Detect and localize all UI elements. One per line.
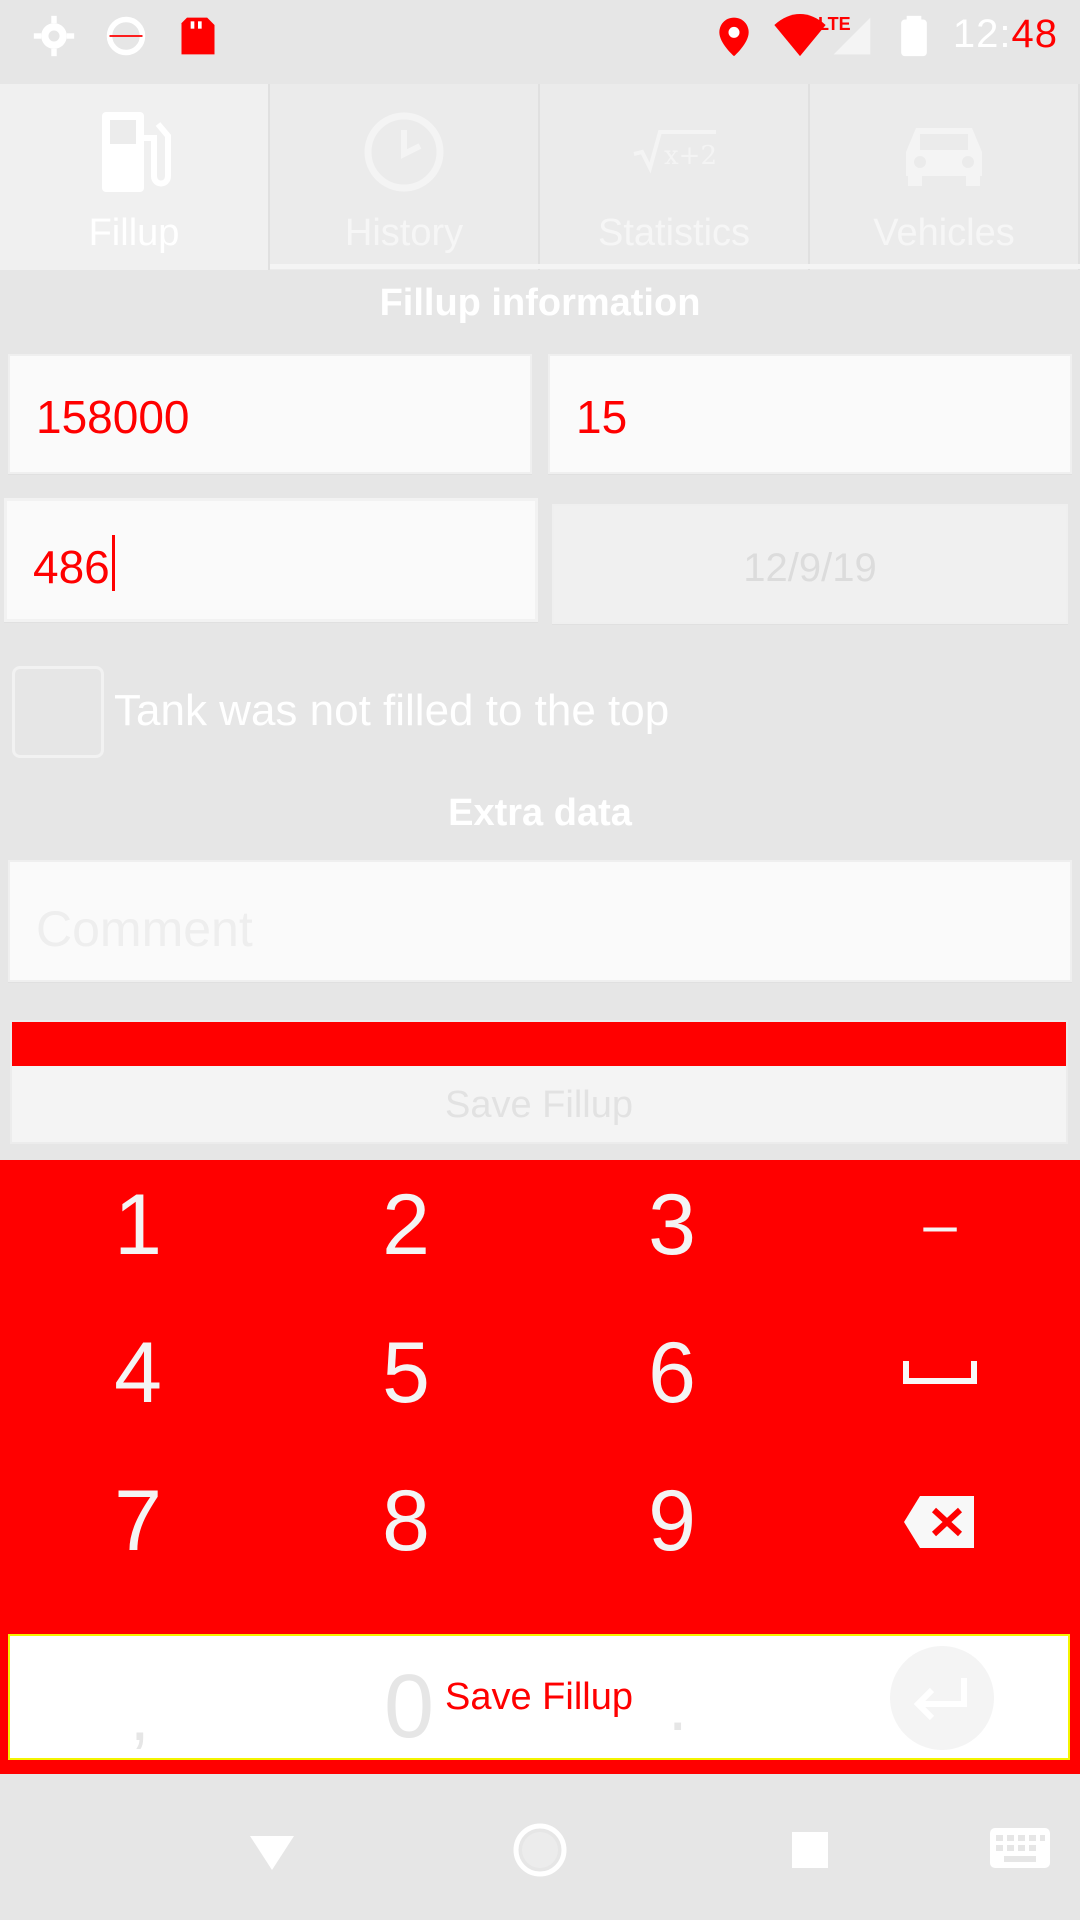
svg-text:x+2: x+2 [664, 141, 717, 171]
status-bar: LTE 12:48 [0, 0, 1080, 72]
key-8[interactable]: 8 [306, 1456, 506, 1586]
car-icon [906, 128, 982, 186]
cell-signal-icon [833, 17, 871, 55]
section-title-fillup-info: Fillup information [379, 282, 701, 324]
tab-label: Statistics [597, 212, 751, 254]
clock-icon [364, 112, 444, 192]
back-icon[interactable] [242, 1820, 302, 1880]
save-fillup-button-bottom[interactable]: , 0 . Save Fillup [8, 1634, 1070, 1760]
tab-label: History [344, 212, 464, 254]
key-space[interactable] [840, 1308, 1040, 1438]
not-filled-checkbox[interactable] [12, 666, 104, 758]
volume-field[interactable]: 15 [548, 354, 1072, 474]
location-icon [719, 17, 749, 57]
tab-bar: Fillup History x+2 Statistics Vehicles [0, 84, 1080, 270]
key-2[interactable]: 2 [306, 1160, 506, 1290]
section-title-extra-data: Extra data [448, 792, 632, 834]
price-field[interactable]: 486 [4, 498, 538, 622]
tab-history[interactable]: History [270, 84, 540, 270]
gear-icon [33, 15, 75, 57]
tab-label: Fillup [88, 212, 180, 254]
key-6[interactable]: 6 [572, 1308, 772, 1438]
screen: LTE 12:48 Fillup History x+2 Statistics … [0, 0, 1080, 1920]
odometer-value: 158000 [36, 391, 190, 443]
key-7[interactable]: 7 [38, 1456, 238, 1586]
tab-vehicles[interactable]: Vehicles [810, 84, 1080, 270]
key-1[interactable]: 1 [38, 1160, 238, 1290]
sync-icon [106, 16, 146, 56]
enter-key-icon[interactable] [888, 1644, 996, 1752]
date-field[interactable]: 12/9/19 [552, 504, 1068, 624]
tab-label: Vehicles [873, 212, 1015, 254]
key-minus[interactable]: – [840, 1160, 1040, 1290]
date-value: 12/9/19 [743, 546, 877, 590]
tab-divider [270, 264, 1080, 269]
price-value: 486 [33, 535, 115, 594]
battery-icon [901, 15, 927, 57]
save-fillup-button[interactable]: Save Fillup [10, 1020, 1068, 1144]
keyboard-icon[interactable] [988, 1820, 1052, 1880]
text-cursor [111, 535, 115, 591]
not-filled-label[interactable]: Tank was not filled to the top [114, 686, 669, 736]
key-backspace[interactable] [840, 1456, 1040, 1586]
key-9[interactable]: 9 [572, 1456, 772, 1586]
backspace-icon [904, 1496, 974, 1548]
button-highlight [12, 1022, 1066, 1066]
comment-input[interactable]: Comment [8, 860, 1072, 982]
clock: 12:48 [953, 12, 1058, 57]
tab-fillup[interactable]: Fillup [0, 84, 270, 270]
comment-placeholder: Comment [36, 901, 253, 957]
key-4[interactable]: 4 [38, 1308, 238, 1438]
key-5[interactable]: 5 [306, 1308, 506, 1438]
clock-hours: 12: [952, 12, 1012, 56]
tab-statistics[interactable]: x+2 Statistics [540, 84, 810, 270]
sqrt-formula-icon: x+2 [633, 130, 717, 174]
fuel-pump-icon [102, 112, 171, 192]
odometer-field[interactable]: 158000 [8, 354, 532, 474]
volume-value: 15 [576, 391, 628, 443]
sd-card-icon [181, 17, 215, 55]
recents-icon[interactable] [780, 1820, 840, 1880]
save-fillup-label: Save Fillup [445, 1084, 633, 1126]
home-icon[interactable] [510, 1820, 570, 1880]
key-3[interactable]: 3 [572, 1160, 772, 1290]
navigation-bar [0, 1776, 1080, 1920]
space-bar-icon [903, 1361, 977, 1384]
clock-minutes: 48 [1011, 12, 1058, 56]
